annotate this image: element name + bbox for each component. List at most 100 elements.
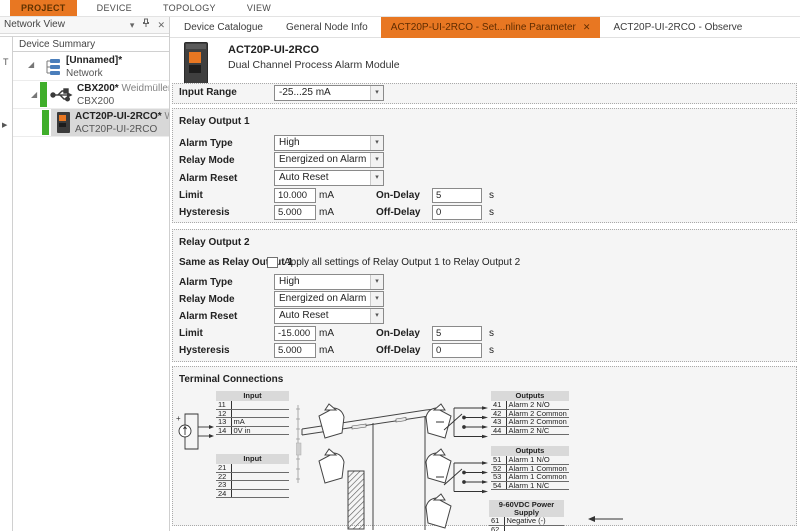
alarm-type-select-2[interactable]: High ▾ (274, 274, 384, 290)
relay-mode-select-2[interactable]: Energized on Alarm ▾ (274, 291, 384, 307)
chevron-down-icon[interactable]: ▾ (370, 136, 383, 150)
off-delay-label: Off-Delay (376, 345, 420, 356)
section-input-range: Input Range -25...25 mA ▾ (172, 83, 797, 104)
expander-icon[interactable]: ◢ (28, 60, 34, 69)
limit-label: Limit (179, 190, 203, 201)
network-view-panel: Network View ▾ ✕ T ▶ Device Summary ◢ [U… (0, 17, 170, 531)
selected-value: Auto Reset (279, 310, 328, 321)
filter-icon[interactable]: T (3, 57, 9, 67)
same-as-checkbox[interactable] (267, 257, 278, 268)
limit-unit: mA (319, 190, 334, 201)
input-range-select[interactable]: -25...25 mA ▾ (274, 85, 384, 101)
chevron-down-icon[interactable]: ▾ (370, 171, 383, 185)
selected-value: Energized on Alarm (279, 154, 366, 165)
outputs-table-alarm1: Outputs 51Alarm 1 N/O 52Alarm 1 Common 5… (491, 446, 569, 490)
power-supply-table: 9-60VDC Power Supply 61Negative (-) 62 (489, 500, 564, 531)
alarm-reset-label: Alarm Reset (179, 173, 237, 184)
panel-title: Network View (4, 19, 65, 30)
section-title: Relay Output 2 (179, 237, 250, 248)
limit-input-1[interactable] (274, 188, 316, 203)
panel-menu-icon[interactable]: ▾ (130, 20, 135, 30)
alarm-reset-select-2[interactable]: Auto Reset ▾ (274, 308, 384, 324)
on-delay-label: On-Delay (376, 190, 420, 201)
hysteresis-unit: mA (319, 207, 334, 218)
ribbon-menu: PROJECT DEVICE TOPOLOGY VIEW (0, 0, 800, 17)
module-side-view-drawing (296, 399, 501, 531)
chevron-down-icon[interactable]: ▾ (370, 86, 383, 100)
on-delay-unit: s (489, 328, 494, 339)
tab-close-icon[interactable]: ✕ (583, 22, 591, 32)
off-delay-input-1[interactable] (432, 205, 482, 220)
on-delay-label: On-Delay (376, 328, 420, 339)
current-row-indicator-icon: ▶ (2, 121, 7, 129)
expander-icon[interactable]: ◢ (31, 90, 37, 99)
selected-value: High (279, 137, 300, 148)
tab-device-catalogue[interactable]: Device Catalogue (174, 17, 273, 38)
alarm-reset-label: Alarm Reset (179, 311, 237, 322)
section-title: Relay Output 1 (179, 116, 250, 127)
network-icon (42, 57, 62, 80)
close-icon[interactable]: ✕ (157, 20, 165, 30)
hysteresis-label: Hysteresis (179, 345, 230, 356)
document-tabbar: Device Catalogue General Node Info ACT20… (170, 17, 800, 38)
current-source-diagram: + (173, 403, 216, 459)
device-detail: Weid... (164, 111, 169, 122)
device-name: [Unnamed]* (66, 55, 122, 66)
module-icon (57, 112, 70, 133)
on-delay-input-1[interactable] (432, 188, 482, 203)
input-table-bottom: Input 21 22 23 24 (216, 454, 289, 498)
relay-mode-select-1[interactable]: Energized on Alarm ▾ (274, 152, 384, 168)
alarm-reset-select-1[interactable]: Auto Reset ▾ (274, 170, 384, 186)
device-subtitle: ACT20P-UI-2RCO (75, 124, 157, 135)
parameter-page: ACT20P-UI-2RCO Dual Channel Process Alar… (170, 38, 800, 531)
selected-value: Energized on Alarm (279, 293, 366, 304)
limit-input-2[interactable] (274, 326, 316, 341)
section-relay-output-1: Relay Output 1 Alarm Type High ▾ Relay M… (172, 108, 797, 223)
off-delay-input-2[interactable] (432, 343, 482, 358)
plus-sign: + (176, 414, 181, 423)
chevron-down-icon[interactable]: ▾ (370, 309, 383, 323)
selected-value: High (279, 276, 300, 287)
on-delay-input-2[interactable] (432, 326, 482, 341)
tree-row-act20p[interactable]: ACT20P-UI-2RCO* Weid... ACT20P-UI-2RCO (13, 109, 169, 137)
outputs-table-alarm2: Outputs 41Alarm 2 N/O 42Alarm 2 Common 4… (491, 391, 569, 435)
menu-project[interactable]: PROJECT (10, 0, 77, 16)
section-relay-output-2: Relay Output 2 Same as Relay Output 1 Ap… (172, 229, 797, 362)
menu-view[interactable]: VIEW (236, 0, 282, 16)
off-delay-unit: s (489, 345, 494, 356)
tab-general-node-info[interactable]: General Node Info (276, 17, 378, 38)
tab-observe[interactable]: ACT20P-UI-2RCO - Observe (603, 17, 752, 38)
hysteresis-input-1[interactable] (274, 205, 316, 220)
off-delay-unit: s (489, 207, 494, 218)
menu-topology[interactable]: TOPOLOGY (152, 0, 227, 16)
hysteresis-label: Hysteresis (179, 207, 230, 218)
alarm-type-label: Alarm Type (179, 277, 233, 288)
chevron-down-icon[interactable]: ▾ (370, 292, 383, 306)
status-bar-green (42, 110, 49, 135)
device-subtitle: Network (66, 68, 103, 79)
pin-icon[interactable] (142, 20, 150, 30)
menu-device[interactable]: DEVICE (86, 0, 143, 16)
page-title: ACT20P-UI-2RCO (228, 44, 319, 56)
hysteresis-input-2[interactable] (274, 343, 316, 358)
power-arrow-icon (585, 514, 625, 524)
off-delay-label: Off-Delay (376, 207, 420, 218)
tree-row-cbx200[interactable]: ◢ CBX200* Weidmüller CBX, (13, 81, 169, 109)
same-as-checkbox-label: Apply all settings of Relay Output 1 to … (284, 257, 520, 268)
selected-value: Auto Reset (279, 172, 328, 183)
chevron-down-icon[interactable]: ▾ (370, 275, 383, 289)
limit-unit: mA (319, 328, 334, 339)
tree-row-network[interactable]: ◢ [Unnamed]* Network (13, 53, 169, 81)
chevron-down-icon[interactable]: ▾ (370, 153, 383, 167)
panel-header: Network View ▾ ✕ (0, 17, 169, 34)
alarm-type-select-1[interactable]: High ▾ (274, 135, 384, 151)
device-tree: ◢ [Unnamed]* Network ◢ (13, 53, 169, 531)
device-name: ACT20P-UI-2RCO* (75, 111, 162, 122)
on-delay-unit: s (489, 190, 494, 201)
limit-label: Limit (179, 328, 203, 339)
device-detail: Weidmüller CBX,... (121, 83, 169, 94)
section-title: Terminal Connections (179, 374, 283, 385)
grid-header-device-summary[interactable]: Device Summary (13, 36, 169, 52)
alarm-type-label: Alarm Type (179, 138, 233, 149)
tab-set-online-parameter[interactable]: ACT20P-UI-2RCO - Set...nline Parameter✕ (381, 17, 601, 38)
